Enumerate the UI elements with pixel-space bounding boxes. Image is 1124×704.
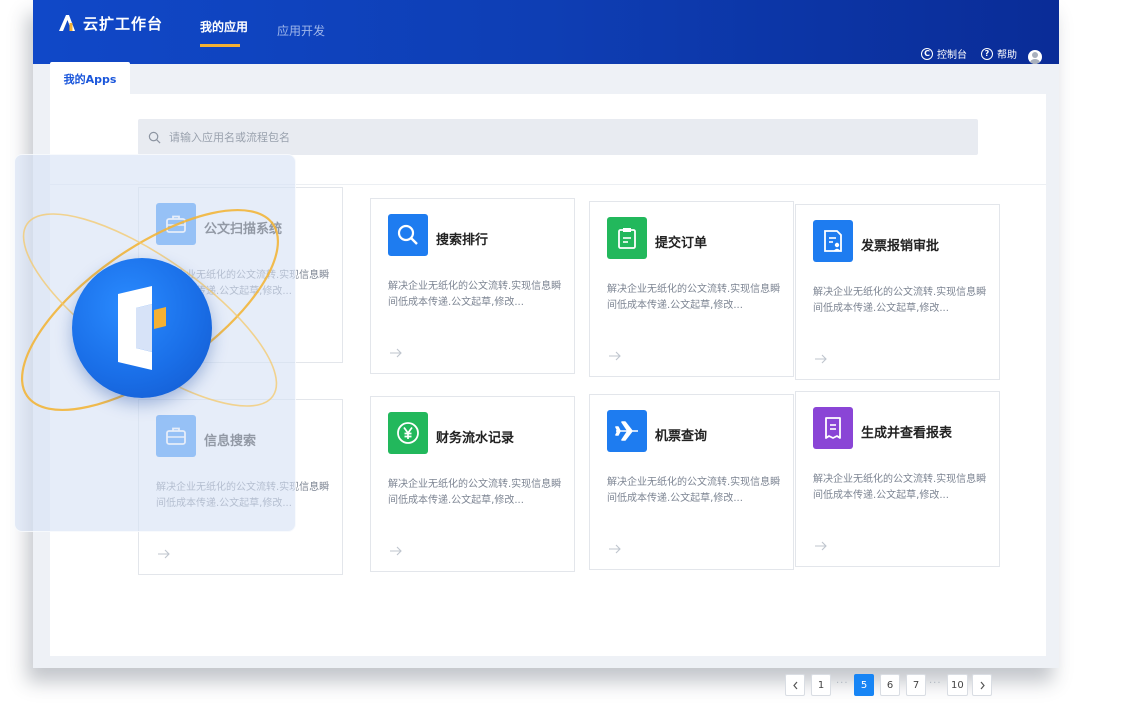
app-card[interactable]: 发票报销审批解决企业无纸化的公文流转.实现信息瞬间低成本传递.公文起草,修改..… (795, 204, 1000, 380)
arrow-right-icon[interactable] (814, 349, 828, 364)
report-icon (813, 407, 853, 449)
app-card[interactable]: 生成并查看报表解决企业无纸化的公文流转.实现信息瞬间低成本传递.公文起草,修改.… (795, 391, 1000, 567)
chevron-right-icon (980, 681, 985, 689)
app-card-description: 解决企业无纸化的公文流转.实现信息瞬间低成本传递.公文起草,修改... (388, 479, 562, 506)
arrow-right-icon[interactable] (389, 343, 403, 358)
app-card-description: 解决企业无纸化的公文流转.实现信息瞬间低成本传递.公文起草,修改... (607, 477, 781, 504)
brand-c-logo-icon (118, 286, 166, 370)
app-card[interactable]: 财务流水记录解决企业无纸化的公文流转.实现信息瞬间低成本传递.公文起草,修改..… (370, 396, 575, 572)
help-icon: ? (981, 47, 993, 60)
search-icon (388, 214, 428, 256)
app-card-title: 生成并查看报表 (861, 426, 953, 441)
console-icon: C (921, 47, 933, 60)
tab-my-apps[interactable]: 我的应用 (200, 18, 248, 35)
avatar[interactable] (1028, 50, 1042, 64)
top-header: 云扩工作台 我的应用 应用开发 C 控制台 ? 帮助 (33, 0, 1059, 64)
yen-icon (388, 412, 428, 454)
tab-my-apps-page[interactable]: 我的Apps (50, 62, 130, 96)
airplane-icon (607, 410, 647, 452)
brand-logo[interactable]: 云扩工作台 (57, 10, 163, 36)
brand-name: 云扩工作台 (83, 14, 164, 33)
next-page-button[interactable] (972, 674, 992, 696)
help-link[interactable]: ? 帮助 (981, 46, 1017, 61)
app-card[interactable]: 机票查询解决企业无纸化的公文流转.实现信息瞬间低成本传递.公文起草,修改... (589, 394, 794, 570)
page-button-1[interactable]: 1 (811, 674, 831, 696)
page-ellipsis: ··· (929, 678, 942, 689)
page-button-6[interactable]: 6 (880, 674, 900, 696)
help-label: 帮助 (997, 50, 1017, 61)
tab-app-dev[interactable]: 应用开发 (277, 22, 325, 39)
active-tab-indicator (200, 44, 240, 47)
arrow-right-icon[interactable] (608, 346, 622, 361)
app-card-title: 搜索排行 (436, 233, 489, 248)
page-button-7[interactable]: 7 (906, 674, 926, 696)
arrow-right-icon[interactable] (157, 544, 171, 559)
chevron-left-icon (792, 681, 797, 689)
brand-logo-icon (59, 15, 75, 31)
app-card-title: 财务流水记录 (436, 431, 515, 446)
console-label: 控制台 (937, 50, 967, 61)
app-card-title: 提交订单 (655, 236, 708, 251)
brand-badge (72, 258, 212, 398)
page-button-10[interactable]: 10 (947, 674, 968, 696)
search-icon (148, 131, 161, 143)
app-card-description: 解决企业无纸化的公文流转.实现信息瞬间低成本传递.公文起草,修改... (607, 284, 781, 311)
invoice-icon (813, 220, 853, 262)
app-card[interactable]: 搜索排行解决企业无纸化的公文流转.实现信息瞬间低成本传递.公文起草,修改... (370, 198, 575, 374)
page-button-5[interactable]: 5 (854, 674, 874, 696)
arrow-right-icon[interactable] (608, 539, 622, 554)
app-card-title: 发票报销审批 (861, 239, 940, 254)
prev-page-button[interactable] (785, 674, 805, 696)
app-card-description: 解决企业无纸化的公文流转.实现信息瞬间低成本传递.公文起草,修改... (813, 287, 987, 314)
app-card-title: 机票查询 (655, 429, 708, 444)
arrow-right-icon[interactable] (389, 541, 403, 556)
app-card-description: 解决企业无纸化的公文流转.实现信息瞬间低成本传递.公文起草,修改... (388, 281, 562, 308)
console-link[interactable]: C 控制台 (921, 46, 967, 61)
page-ellipsis: ··· (836, 678, 849, 689)
arrow-right-icon[interactable] (814, 536, 828, 551)
clipboard-icon (607, 217, 647, 259)
app-card[interactable]: 提交订单解决企业无纸化的公文流转.实现信息瞬间低成本传递.公文起草,修改... (589, 201, 794, 377)
app-card-description: 解决企业无纸化的公文流转.实现信息瞬间低成本传递.公文起草,修改... (813, 474, 987, 501)
search-input[interactable] (167, 129, 771, 145)
